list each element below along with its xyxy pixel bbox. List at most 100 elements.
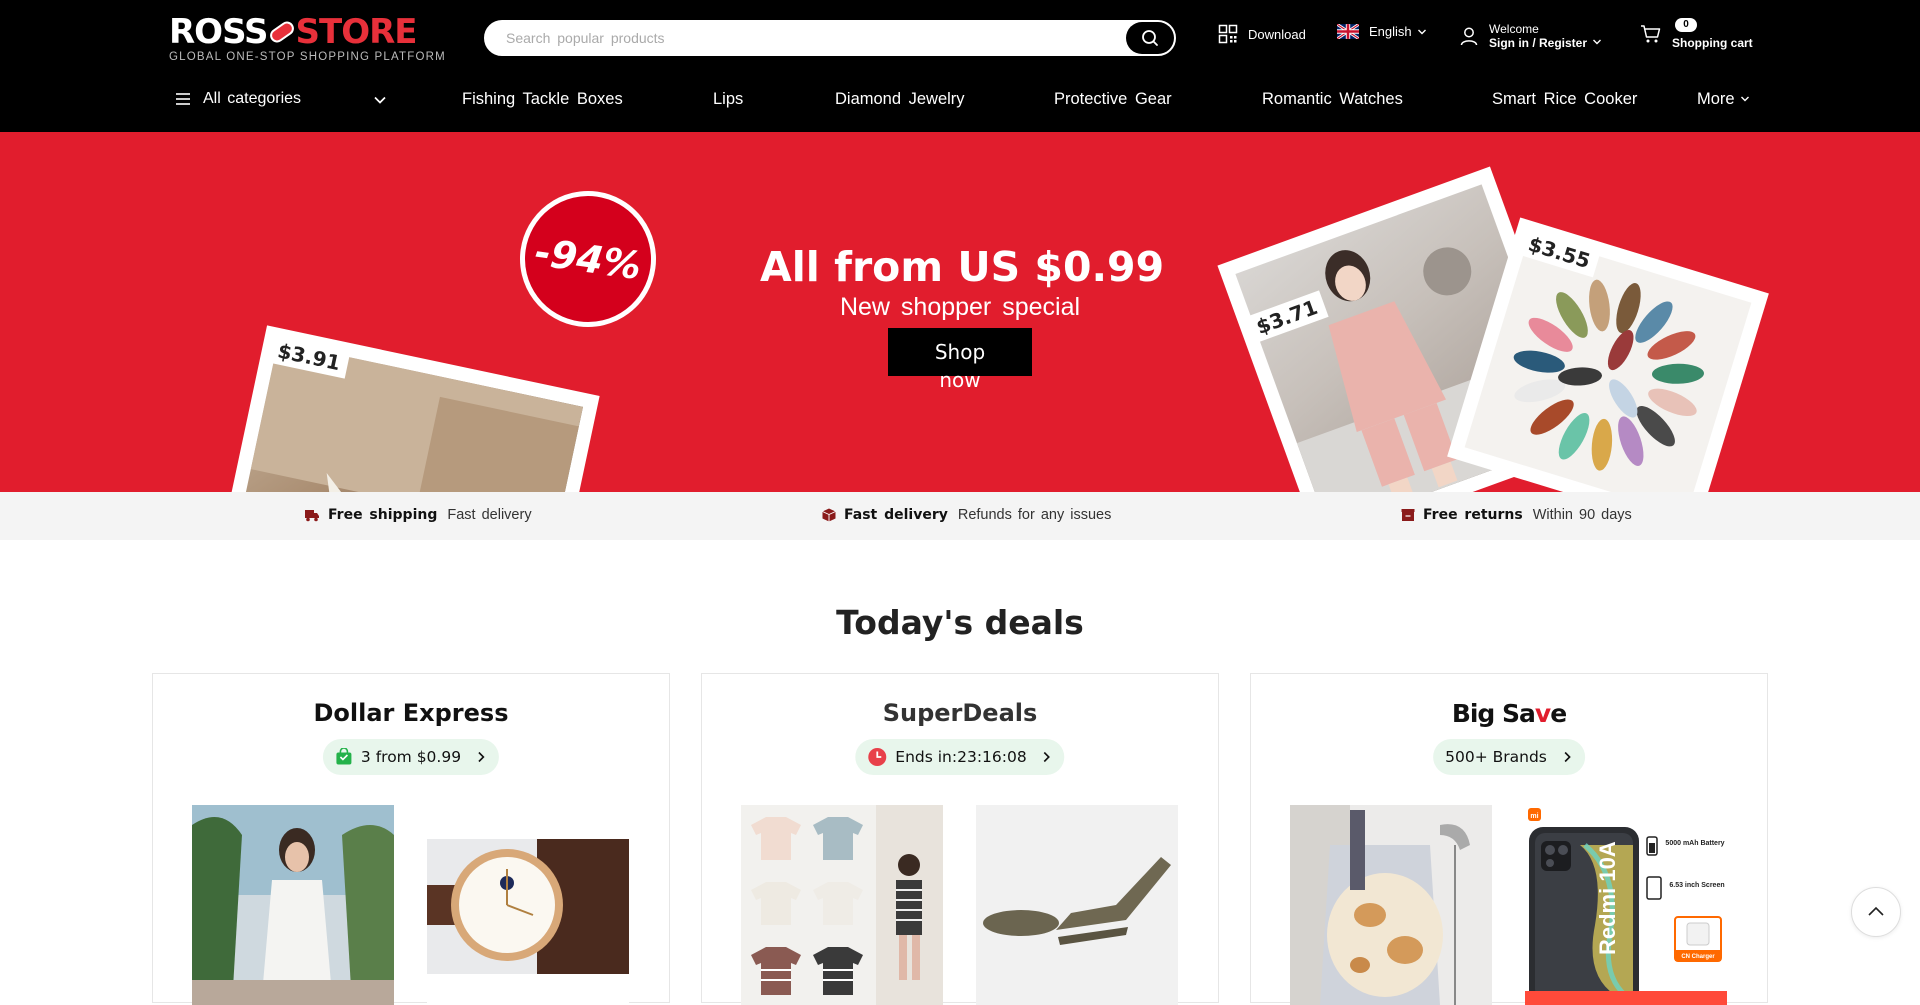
- redmi-phone-image: mi Redmi 10A 5000 mAh Battery 6.53 inch …: [1525, 805, 1727, 1005]
- phone-model-label: Redmi 10A: [1595, 841, 1620, 955]
- pendants-illustration: [1513, 279, 1704, 471]
- benefit-title: Free shipping: [328, 507, 438, 523]
- nav-more-menu[interactable]: More: [1697, 90, 1750, 109]
- chevron-up-icon: [1868, 906, 1884, 916]
- svg-text:mi: mi: [1530, 813, 1538, 820]
- watch-image: [427, 805, 629, 1005]
- account-menu[interactable]: Welcome Sign in / Register: [1459, 22, 1602, 50]
- account-welcome: Welcome: [1489, 22, 1539, 36]
- nav-link-protective-gear[interactable]: Protective Gear: [1054, 90, 1172, 109]
- deal-card-pill[interactable]: Ends in:23:16:08: [855, 739, 1065, 775]
- benefit-desc: Refunds for any issues: [957, 507, 1112, 523]
- shopping-cart-link[interactable]: 0 Shopping cart: [1640, 18, 1753, 50]
- return-box-icon: [1401, 509, 1415, 521]
- shop-now-button[interactable]: Shop now: [888, 328, 1032, 392]
- all-categories-label: All categories: [203, 90, 302, 107]
- hero-banner[interactable]: $3.91 -94% All from US $0.99 New shopper…: [0, 132, 1920, 492]
- deal-card-pill[interactable]: 500+ Brands: [1433, 739, 1585, 775]
- shipping-truck-icon: [305, 510, 319, 522]
- uk-flag-icon: [1337, 24, 1359, 39]
- download-label: Download: [1248, 26, 1306, 42]
- deal-card-title: Big Save: [1451, 699, 1567, 728]
- cart-icon: [1641, 25, 1661, 43]
- language-label: English: [1369, 24, 1412, 39]
- hero-title: All from US $0.99: [760, 243, 1165, 291]
- chevron-down-icon: [374, 96, 386, 104]
- search-button[interactable]: [1126, 22, 1174, 54]
- nav-link-lips[interactable]: Lips: [713, 90, 743, 109]
- deal-product-redmi-10a[interactable]: mi Redmi 10A 5000 mAh Battery 6.53 inch …: [1525, 805, 1727, 1005]
- logo-pill-icon: [266, 18, 297, 45]
- plush-illustration: [250, 341, 584, 492]
- benefits-bar: Free shipping Fast delivery Fast deliver…: [0, 492, 1920, 540]
- deal-product-floor-chair[interactable]: [976, 805, 1178, 1005]
- benefit-fast-delivery: Fast delivery Refunds for any issues: [822, 507, 1111, 523]
- user-icon: [1460, 27, 1478, 46]
- deal-product-kids-tshirts[interactable]: [741, 805, 943, 1005]
- nav-link-romantic-watches[interactable]: Romantic Watches: [1262, 90, 1403, 109]
- package-box-icon: [822, 508, 836, 522]
- chevron-right-icon: [1564, 751, 1571, 763]
- benefit-desc: Within 90 days: [1532, 507, 1632, 523]
- chevron-down-icon: [1740, 96, 1749, 102]
- stone-pendants-image: [1464, 234, 1752, 492]
- deal-card-pill[interactable]: 3 from $0.99: [322, 739, 500, 775]
- deal-product-plush-backpack[interactable]: [1290, 805, 1492, 1005]
- benefit-title: Fast delivery: [844, 507, 948, 523]
- floor-chair-image: [976, 805, 1178, 1005]
- deal-card-dollar-express[interactable]: Dollar Express 3 from $0.99: [152, 673, 670, 1005]
- deal-product-watch[interactable]: [427, 805, 629, 1005]
- search-icon: [1142, 30, 1158, 46]
- search-input[interactable]: [506, 22, 1086, 54]
- cart-count-badge: 0: [1675, 18, 1697, 32]
- nav-link-diamond-jewelry[interactable]: Diamond Jewelry: [835, 90, 965, 109]
- chevron-down-icon: [1593, 39, 1602, 45]
- back-to-top-button[interactable]: [1851, 887, 1901, 937]
- benefit-free-returns: Free returns Within 90 days: [1401, 507, 1632, 523]
- nav-link-smart-rice-cooker[interactable]: Smart Rice Cooker: [1492, 90, 1637, 109]
- plush-keychain-image: [212, 341, 584, 492]
- benefit-desc: Fast delivery: [447, 507, 532, 523]
- chevron-right-icon: [478, 751, 485, 763]
- logo-tagline: GLOBAL ONE-STOP SHOPPING PLATFORM: [169, 51, 446, 63]
- kids-tshirts-image: [741, 805, 943, 1005]
- cart-label: Shopping cart: [1672, 36, 1753, 50]
- more-label: More: [1697, 90, 1735, 108]
- clock-icon: [868, 748, 887, 766]
- menu-icon: [176, 93, 190, 105]
- language-selector[interactable]: English: [1337, 24, 1427, 39]
- site-logo[interactable]: ROSS STORE GLOBAL ONE-STOP SHOPPING PLATF…: [169, 12, 446, 67]
- deal-card-big-save[interactable]: Big Save 500+ Brands mi Redmi 10A 5000 m…: [1250, 673, 1768, 1005]
- hero-subtitle: New shopper special: [839, 293, 1081, 321]
- plush-backpack-image: [1290, 805, 1492, 1005]
- logo-wordmark: ROSS STORE: [169, 12, 418, 52]
- shopping-bag-icon: [336, 748, 352, 765]
- deal-card-title: SuperDeals: [882, 699, 1038, 727]
- chevron-down-icon: [1417, 29, 1426, 34]
- search-bar: [484, 20, 1176, 56]
- deal-card-superdeals[interactable]: SuperDeals Ends in:23:16:08: [701, 673, 1219, 1005]
- charger-label: CN Charger: [1681, 954, 1715, 960]
- qr-code-icon: [1218, 24, 1238, 44]
- todays-deals-heading: Today's deals: [836, 603, 1084, 642]
- download-app-link[interactable]: Download: [1218, 24, 1306, 44]
- screen-spec-label: 6.53 inch Screen: [1669, 882, 1724, 889]
- deal-pill-text: 3 from $0.99: [360, 748, 462, 766]
- sign-in-register-link[interactable]: Sign in / Register: [1489, 36, 1587, 50]
- hero-product-plush-keychain[interactable]: $3.91: [196, 325, 600, 492]
- benefit-title: Free returns: [1423, 507, 1523, 523]
- countdown-timer: Ends in:23:16:08: [895, 748, 1027, 766]
- all-categories-menu[interactable]: All categories: [175, 90, 386, 108]
- discount-badge: -94%: [511, 182, 665, 336]
- category-nav: All categories Fishing Tackle Boxes Lips…: [0, 80, 1920, 120]
- chevron-right-icon: [1044, 751, 1051, 763]
- white-dress-image: [192, 805, 394, 1005]
- site-header: ROSS STORE GLOBAL ONE-STOP SHOPPING PLATF…: [0, 0, 1920, 132]
- deal-pill-text: 500+ Brands: [1445, 748, 1547, 766]
- battery-spec-label: 5000 mAh Battery: [1665, 840, 1724, 847]
- benefit-free-shipping: Free shipping Fast delivery: [304, 507, 532, 523]
- deal-card-title: Dollar Express: [313, 699, 509, 727]
- deal-product-white-dress[interactable]: [192, 805, 394, 1005]
- nav-link-fishing-tackle-boxes[interactable]: Fishing Tackle Boxes: [462, 90, 623, 109]
- hero-promo-text: All from US $0.99 New shopper special Sh…: [760, 243, 1165, 392]
